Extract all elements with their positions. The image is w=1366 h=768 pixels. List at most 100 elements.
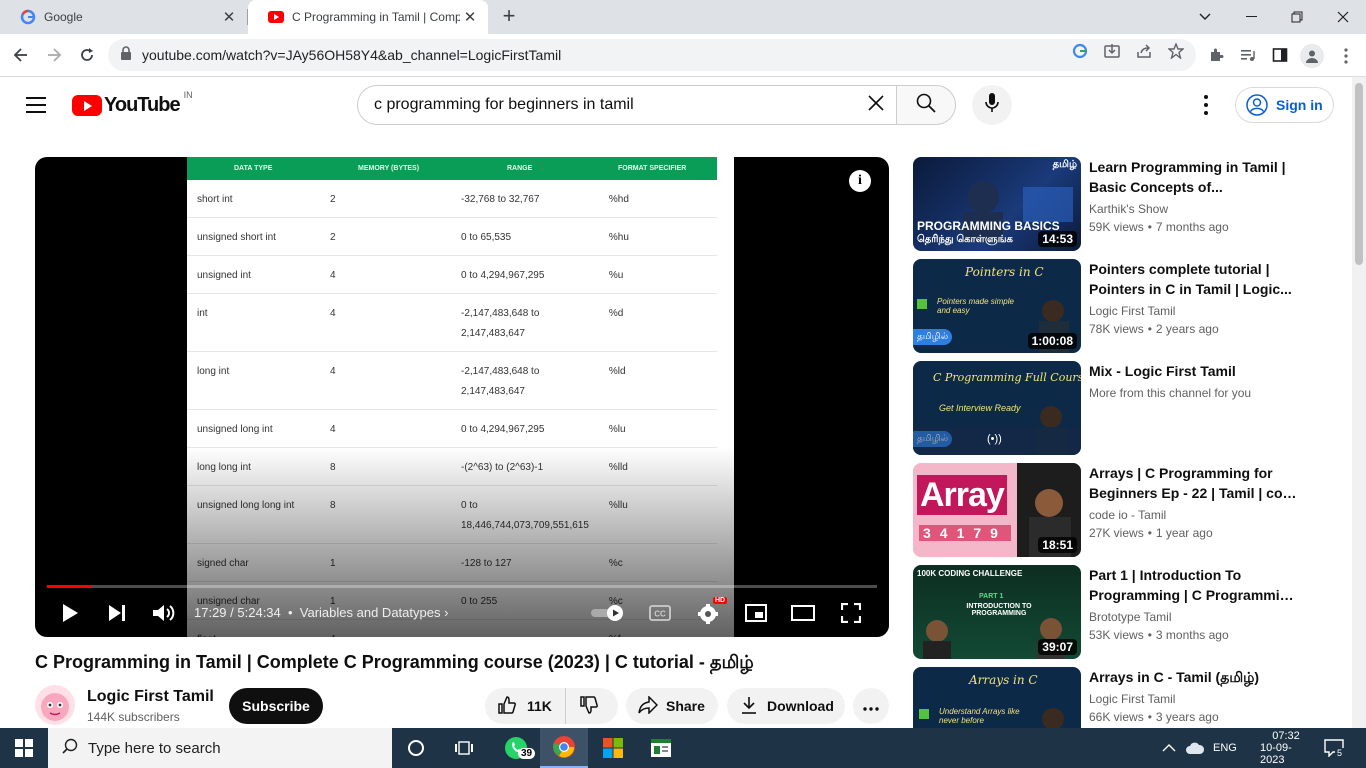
new-tab-button[interactable]: + (496, 3, 522, 29)
video-thumbnail[interactable]: 100K CODING CHALLENGE PART 1 INTRODUCTIO… (913, 565, 1081, 659)
cortana-icon[interactable] (396, 728, 436, 768)
reload-button[interactable] (72, 40, 102, 70)
profile-avatar-icon[interactable] (1300, 44, 1324, 68)
side-panel-icon[interactable] (1270, 45, 1290, 65)
tab-google[interactable]: Google ✕ (0, 0, 247, 34)
media-queue-icon[interactable] (1238, 45, 1258, 65)
recommendation-title[interactable]: Pointers complete tutorial | Pointers in … (1089, 259, 1299, 299)
page-scrollbar[interactable] (1352, 77, 1366, 728)
title-line: Pointers complete tutorial | (1089, 261, 1270, 277)
video-thumbnail[interactable]: Arrays in C Understand Arrays like never… (913, 667, 1081, 728)
install-app-icon[interactable] (1103, 42, 1121, 60)
clock[interactable]: 07:32 10-09-2023 (1260, 728, 1312, 768)
chrome-taskbar-icon[interactable] (540, 728, 588, 768)
browser-menu-icon[interactable] (1336, 46, 1356, 66)
recommendation-item[interactable]: Array 34179 18:51 Arrays | C Programming… (913, 463, 1333, 557)
task-view-icon[interactable] (444, 728, 484, 768)
mix-thumbnail[interactable]: C Programming Full Course Get Interview … (913, 361, 1081, 455)
chapter-button[interactable]: • Variables and Datatypes › (288, 605, 448, 620)
recommendation-item[interactable]: C Programming Full Course Get Interview … (913, 361, 1333, 455)
bookmark-star-icon[interactable] (1167, 42, 1185, 60)
close-tab-icon[interactable]: ✕ (219, 8, 239, 26)
share-button[interactable]: Share (626, 688, 718, 724)
miniplayer-icon[interactable] (740, 597, 772, 629)
download-button[interactable]: Download (727, 688, 845, 724)
notification-center-icon[interactable]: 5 (1324, 728, 1345, 768)
table-cell: 2 (320, 217, 451, 256)
video-thumbnail[interactable]: PROGRAMMING BASICS தெரிந்து கொள்ளுங்க தம… (913, 157, 1081, 251)
video-thumbnail[interactable]: Array 34179 18:51 (913, 463, 1081, 557)
volume-icon[interactable] (148, 597, 180, 629)
back-button[interactable] (6, 40, 36, 70)
recommendation-item[interactable]: 100K CODING CHALLENGE PART 1 INTRODUCTIO… (913, 565, 1333, 659)
subtitles-icon[interactable]: CC (645, 597, 675, 629)
recommendation-title[interactable]: Arrays in C - Tamil (தமிழ்) (1089, 667, 1299, 687)
like-button[interactable]: 11K (485, 688, 565, 724)
recommendation-channel[interactable]: Brototype Tamil (1089, 610, 1171, 624)
progress-bar[interactable] (47, 585, 877, 588)
channel-name[interactable]: Logic First Tamil (87, 688, 214, 706)
more-actions-button[interactable] (853, 688, 889, 724)
search-button[interactable] (896, 85, 956, 125)
lock-icon (120, 45, 136, 65)
extensions-puzzle-icon[interactable] (1206, 45, 1226, 65)
share-page-icon[interactable] (1135, 42, 1153, 60)
dislike-button[interactable] (565, 688, 618, 724)
close-window-button[interactable] (1320, 0, 1366, 34)
settings-kebab-icon[interactable] (1196, 95, 1216, 115)
windows-store-icon[interactable] (590, 728, 636, 768)
time-display: 17:29 / 5:24:34 (194, 605, 281, 620)
title-line: Pointers in C in Tamil | Logic... (1089, 281, 1292, 297)
show-hidden-icons-icon[interactable] (1162, 728, 1176, 768)
recommendation-title[interactable]: Part 1 | Introduction To Programming | C … (1089, 565, 1299, 605)
video-thumbnail[interactable]: Pointers in C Pointers made simple and e… (913, 259, 1081, 353)
autoplay-toggle[interactable] (591, 597, 627, 629)
guide-menu-icon[interactable] (26, 97, 46, 113)
recommendation-channel[interactable]: code io - Tamil (1089, 508, 1166, 522)
info-icon[interactable]: i (849, 170, 871, 192)
minimize-button[interactable] (1228, 0, 1274, 34)
thumbnail-subtext: தெரிந்து கொள்ளுங்க (917, 234, 1013, 245)
recommendation-title[interactable]: Arrays | C Programming for Beginners Ep -… (1089, 463, 1299, 503)
duration-badge: 1:00:08 (1027, 333, 1077, 349)
whatsapp-icon[interactable]: 39 (492, 728, 540, 768)
recommendation-item[interactable]: Pointers in C Pointers made simple and e… (913, 259, 1333, 353)
settings-gear-icon[interactable]: HD (691, 597, 728, 629)
sign-in-button[interactable]: Sign in (1235, 87, 1334, 123)
youtube-logo[interactable]: YouTube IN (72, 90, 193, 117)
play-button[interactable] (55, 597, 85, 629)
table-row: unsigned long int 4 0 to 4,294,967,295 %lu (187, 409, 717, 448)
subscribe-button[interactable]: Subscribe (229, 688, 323, 724)
tab-search-chevron-icon[interactable] (1182, 0, 1228, 34)
clear-search-icon[interactable] (856, 92, 896, 118)
recommendation-title[interactable]: Learn Programming in Tamil | Basic Concep… (1089, 157, 1299, 197)
next-button[interactable] (102, 597, 132, 629)
scrollbar-thumb[interactable] (1355, 83, 1363, 265)
close-tab-icon[interactable]: ✕ (460, 8, 480, 26)
recommendation-channel[interactable]: Logic First Tamil (1089, 692, 1175, 706)
video-player[interactable]: DATA TYPE MEMORY (BYTES) RANGE FORMAT SP… (35, 157, 889, 637)
table-cell: %d (598, 293, 717, 352)
weather-cloud-icon[interactable] (1185, 728, 1205, 768)
app-window-icon[interactable] (638, 728, 684, 768)
recommendation-channel[interactable]: Karthik's Show (1089, 202, 1168, 216)
thumbnail-tag: தமிழில் (913, 431, 953, 447)
recommendation-item[interactable]: PROGRAMMING BASICS தெரிந்து கொள்ளுங்க தம… (913, 157, 1333, 251)
channel-avatar[interactable] (35, 685, 75, 725)
address-bar[interactable]: youtube.com/watch?v=JAy56OH58Y4&ab_chann… (108, 39, 1196, 71)
taskbar-search-input[interactable]: Type here to search (48, 728, 392, 768)
search-input[interactable]: c programming for beginners in tamil (357, 85, 897, 125)
forward-button[interactable] (39, 40, 69, 70)
fullscreen-icon[interactable] (835, 597, 867, 629)
windows-start-icon[interactable] (0, 728, 48, 768)
recommendation-item[interactable]: Arrays in C Understand Arrays like never… (913, 667, 1333, 728)
google-lens-icon[interactable] (1071, 42, 1089, 60)
notification-count: 5 (1335, 748, 1345, 758)
language-indicator[interactable]: ENG (1213, 728, 1237, 768)
recommendation-title[interactable]: Mix - Logic First Tamil (1089, 361, 1299, 381)
voice-search-button[interactable] (972, 85, 1012, 125)
tab-youtube[interactable]: C Programming in Tamil | Comple ✕ (248, 0, 488, 34)
theater-mode-icon[interactable] (787, 597, 819, 629)
restore-button[interactable] (1274, 0, 1320, 34)
recommendation-channel[interactable]: Logic First Tamil (1089, 304, 1175, 318)
